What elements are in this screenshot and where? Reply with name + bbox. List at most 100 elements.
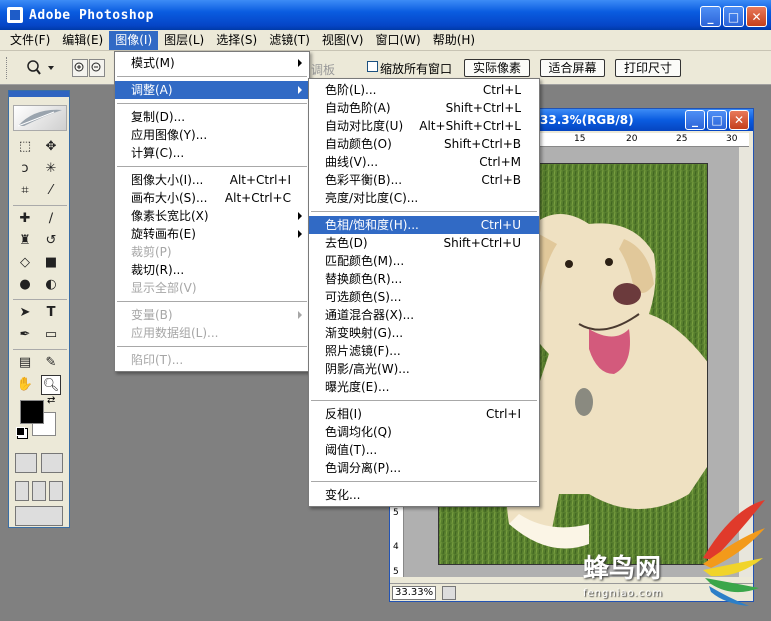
adjust_menu-item[interactable]: 可选颜色(S)... — [309, 288, 539, 306]
adjust_menu-item[interactable]: 阴影/高光(W)... — [309, 360, 539, 378]
menu-view[interactable]: 视图(V) — [316, 31, 370, 50]
image_menu-item[interactable]: 调整(A) — [115, 81, 309, 99]
healing-brush-tool-icon[interactable]: ✚ — [15, 209, 35, 229]
image_menu-item[interactable]: 计算(C)... — [115, 144, 309, 162]
image_menu-item[interactable]: 像素长宽比(X) — [115, 207, 309, 225]
gradient-tool-icon[interactable]: ■ — [41, 253, 61, 273]
doc-maximize-button[interactable]: □ — [707, 110, 727, 130]
image_menu-item-label: 画布大小(S)... — [131, 191, 208, 205]
shape-tool-icon[interactable]: ▭ — [41, 325, 61, 345]
image_menu-item[interactable]: 应用图像(Y)... — [115, 126, 309, 144]
feather-logo-icon[interactable] — [13, 105, 67, 131]
path-selection-tool-icon[interactable]: ➤ — [15, 303, 35, 323]
default-colors-icon[interactable] — [16, 427, 25, 436]
adjust_menu-item[interactable]: 曝光度(E)... — [309, 378, 539, 396]
image_menu-item[interactable]: 裁切(R)... — [115, 261, 309, 279]
quick-mask-mode-button[interactable] — [41, 453, 63, 473]
image_menu-item[interactable]: 复制(D)... — [115, 108, 309, 126]
menu-window[interactable]: 窗口(W) — [369, 31, 426, 50]
menu-layer[interactable]: 图层(L) — [158, 31, 210, 50]
ruler-tick: 5 — [393, 508, 399, 518]
adjust_menu-item[interactable]: 匹配颜色(M)... — [309, 252, 539, 270]
type-tool-icon[interactable]: T — [41, 303, 61, 323]
window-controls: _ □ ✕ — [700, 6, 767, 27]
move-tool-icon[interactable]: ✥ — [41, 137, 61, 157]
doc-close-button[interactable]: ✕ — [729, 110, 749, 130]
screen-mode-full-menu-button[interactable] — [32, 481, 46, 501]
image_menu-item[interactable]: 模式(M) — [115, 54, 309, 72]
foreground-color-swatch[interactable] — [20, 400, 44, 424]
image_menu-item[interactable]: 旋转画布(E) — [115, 225, 309, 243]
close-button[interactable]: ✕ — [746, 6, 767, 27]
actual-pixels-button[interactable]: 实际像素 — [464, 59, 530, 77]
doc-minimize-button[interactable]: _ — [685, 110, 705, 130]
adjust_menu-item[interactable]: 替换颜色(R)... — [309, 270, 539, 288]
screen-mode-standard-button[interactable] — [15, 481, 29, 501]
zoom-out-button[interactable] — [89, 59, 105, 77]
print-size-button[interactable]: 打印尺寸 — [615, 59, 681, 77]
adjust_menu-item[interactable]: 色调分离(P)... — [309, 459, 539, 477]
toolbox: ⬚ ✥ ↄ ✳ ⌗ ⁄ ✚ ∕ ♜ ↺ ◇ ■ ● ◐ ➤ T ✒ ▭ ▤ ✎ … — [8, 90, 70, 528]
menu-separator — [117, 76, 307, 77]
zoom-tool-icon[interactable]: 🔍︎ — [41, 375, 61, 395]
adjust_menu-item[interactable]: 自动色阶(A) Shift+Ctrl+L — [309, 99, 539, 117]
brush-tool-icon[interactable]: ∕ — [41, 209, 61, 229]
adjust_menu-item[interactable]: 自动颜色(O) Shift+Ctrl+B — [309, 135, 539, 153]
hand-tool-icon[interactable]: ✋ — [15, 375, 35, 395]
lasso-tool-icon[interactable]: ↄ — [15, 159, 35, 179]
menu-image[interactable]: 图像(I) — [109, 30, 159, 50]
screen-mode-full-button[interactable] — [49, 481, 63, 501]
adjust_menu-item[interactable]: 变化... — [309, 486, 539, 504]
menu-file[interactable]: 文件(F) — [4, 31, 56, 50]
image_menu-item[interactable]: 图像大小(I)... Alt+Ctrl+I — [115, 171, 309, 189]
dodge-tool-icon[interactable]: ◐ — [41, 275, 61, 295]
menu-help[interactable]: 帮助(H) — [427, 31, 481, 50]
magic-wand-tool-icon[interactable]: ✳ — [41, 159, 61, 179]
clone-stamp-tool-icon[interactable]: ♜ — [15, 231, 35, 251]
fit-all-windows-checkbox[interactable] — [367, 61, 378, 72]
zoom-tool-preset-icon[interactable] — [26, 60, 56, 76]
adjust_menu-item[interactable]: 色调均化(Q) — [309, 423, 539, 441]
adjust_menu-item[interactable]: 照片滤镜(F)... — [309, 342, 539, 360]
adjust_menu-item[interactable]: 亮度/对比度(C)... — [309, 189, 539, 207]
adjust_menu-item[interactable]: 反相(I) Ctrl+I — [309, 405, 539, 423]
blur-tool-icon[interactable]: ● — [15, 275, 35, 295]
pen-tool-icon[interactable]: ✒ — [15, 325, 35, 345]
swap-colors-icon[interactable]: ⇄ — [47, 395, 55, 406]
adjust_menu-item[interactable]: 自动对比度(U) Alt+Shift+Ctrl+L — [309, 117, 539, 135]
history-brush-tool-icon[interactable]: ↺ — [41, 231, 61, 251]
eyedropper-tool-icon[interactable]: ✎ — [41, 353, 61, 373]
jump-to-imageready-button[interactable] — [15, 506, 63, 526]
adjust_menu-item[interactable]: 通道混合器(X)... — [309, 306, 539, 324]
minimize-button[interactable]: _ — [700, 6, 721, 27]
standard-mode-button[interactable] — [15, 453, 37, 473]
maximize-button[interactable]: □ — [723, 6, 744, 27]
adjust_menu-item[interactable]: 渐变映射(G)... — [309, 324, 539, 342]
app-title: Adobe Photoshop — [29, 7, 154, 23]
menu-filter[interactable]: 滤镜(T) — [263, 31, 316, 50]
toolbox-titlebar[interactable] — [9, 91, 69, 97]
status-menu-button[interactable] — [442, 586, 456, 600]
watermark-logo: 蜂鸟网 — [583, 554, 662, 584]
eraser-tool-icon[interactable]: ◇ — [15, 253, 35, 273]
notes-tool-icon[interactable]: ▤ — [15, 353, 35, 373]
adjust_menu-item[interactable]: 去色(D) Shift+Ctrl+U — [309, 234, 539, 252]
menu-select[interactable]: 选择(S) — [210, 31, 263, 50]
menu-edit[interactable]: 编辑(E) — [56, 31, 109, 50]
fit-screen-button[interactable]: 适合屏幕 — [540, 59, 605, 77]
toolbox-divider — [13, 299, 67, 300]
adjust_menu-item[interactable]: 色阶(L)... Ctrl+L — [309, 81, 539, 99]
image_menu-item[interactable]: 画布大小(S)... Alt+Ctrl+C — [115, 189, 309, 207]
zoom-level-field[interactable]: 33.33% — [392, 586, 436, 600]
marquee-tool-icon[interactable]: ⬚ — [15, 137, 35, 157]
crop-tool-icon[interactable]: ⌗ — [15, 181, 35, 201]
adjust_menu-item[interactable]: 曲线(V)... Ctrl+M — [309, 153, 539, 171]
adjust_menu-item[interactable]: 色相/饱和度(H)... Ctrl+U — [309, 216, 539, 234]
image_menu-item-label: 应用数据组(L)... — [131, 326, 219, 340]
slice-tool-icon[interactable]: ⁄ — [41, 181, 61, 201]
fengniao-bird-logo-icon — [703, 500, 765, 606]
adjust_menu-item[interactable]: 色彩平衡(B)... Ctrl+B — [309, 171, 539, 189]
zoom-in-button[interactable] — [72, 59, 88, 77]
options-grip[interactable] — [6, 57, 9, 79]
adjust_menu-item[interactable]: 阈值(T)... — [309, 441, 539, 459]
